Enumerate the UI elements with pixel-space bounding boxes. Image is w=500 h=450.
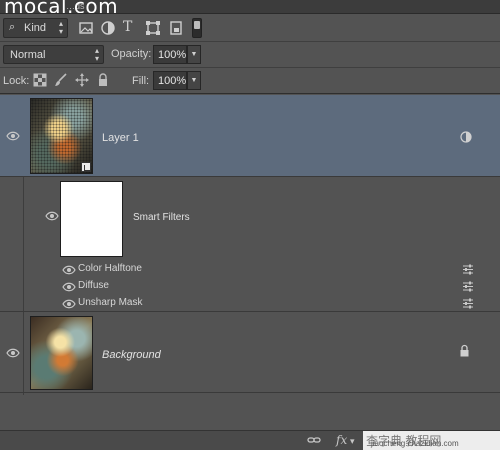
kind-filter-select[interactable]: ⌕ Kind ▴ ▾ — [3, 18, 68, 38]
lock-fill-bar: Lock: Fill: 100% ▼ — [0, 68, 500, 94]
layer-filter-bar: ⌕ Kind ▴ ▾ T — [0, 14, 500, 42]
toggle-knob — [194, 21, 200, 29]
lock-transparent-pixels-icon[interactable] — [33, 73, 47, 87]
eye-icon[interactable] — [45, 211, 59, 221]
blend-mode-value: Normal — [10, 49, 46, 61]
blending-options-icon[interactable] — [462, 298, 474, 309]
layer-thumbnail[interactable] — [30, 98, 93, 174]
eye-icon[interactable] — [62, 282, 76, 292]
layer-style-fx-icon[interactable]: fx — [336, 433, 347, 447]
pixel-layer-filter-icon[interactable] — [78, 20, 94, 36]
smart-filters-label: Smart Filters — [133, 212, 190, 223]
chevron-down-icon[interactable]: ▾ — [350, 436, 355, 447]
blend-mode-select[interactable]: Normal ▴ ▾ — [3, 45, 104, 64]
type-layer-filter-icon[interactable]: T — [123, 19, 139, 35]
blend-opacity-bar: Normal ▴ ▾ Opacity: 100% ▼ — [0, 42, 500, 68]
layers-list: Layer 1 Smart Filters Color Halftone Dif… — [0, 95, 500, 430]
smart-object-filter-icon[interactable] — [168, 20, 184, 36]
layer-thumbnail[interactable] — [30, 316, 93, 390]
opacity-input[interactable]: 100% — [153, 45, 187, 64]
lock-position-move-icon[interactable] — [75, 73, 89, 87]
smart-object-badge-icon — [81, 162, 91, 172]
fill-dropdown-button[interactable]: ▼ — [187, 71, 201, 90]
kind-filter-label: Kind — [24, 22, 47, 34]
eye-icon[interactable] — [6, 348, 20, 358]
opacity-label: Opacity: — [111, 48, 152, 60]
chevron-updown-icon: ▴ ▾ — [58, 19, 63, 36]
lock-all-icon[interactable] — [96, 73, 110, 87]
lock-image-pixels-brush-icon[interactable] — [54, 73, 68, 87]
filter-toggle-switch[interactable] — [192, 18, 202, 38]
blending-options-icon[interactable] — [462, 281, 474, 292]
lock-label: Lock: — [3, 75, 30, 87]
smart-filter-indicator-icon[interactable] — [460, 131, 472, 143]
eye-icon[interactable] — [6, 131, 20, 141]
watermark-text: mocal.com — [4, 0, 119, 14]
blending-options-icon[interactable] — [462, 264, 474, 275]
shape-layer-filter-icon[interactable] — [145, 20, 161, 36]
layer-row-layer-1[interactable]: Layer 1 — [0, 95, 500, 177]
layer-thumbnail-image — [31, 317, 92, 389]
layer-row-background[interactable]: Background — [0, 311, 500, 393]
chevron-updown-icon: ▴ ▾ — [94, 46, 99, 63]
filter-name[interactable]: Color Halftone — [78, 263, 142, 274]
eye-icon[interactable] — [62, 265, 76, 275]
link-layers-icon[interactable] — [307, 434, 321, 446]
search-icon: ⌕ — [9, 21, 16, 33]
fill-input[interactable]: 100% — [153, 71, 187, 90]
filter-row-unsharp-mask[interactable]: Unsharp Mask — [0, 295, 500, 312]
filter-row-color-halftone[interactable]: Color Halftone — [0, 261, 500, 278]
layer-name[interactable]: Background — [102, 349, 161, 361]
smart-filters-row[interactable]: Smart Filters — [0, 177, 500, 261]
filter-mask-thumbnail[interactable] — [60, 181, 123, 257]
opacity-dropdown-button[interactable]: ▼ — [187, 45, 201, 64]
adjustment-layer-filter-icon[interactable] — [100, 20, 116, 36]
lock-icon[interactable] — [459, 344, 470, 357]
fill-label: Fill: — [132, 75, 150, 87]
filter-name[interactable]: Unsharp Mask — [78, 297, 142, 308]
filter-row-diffuse[interactable]: Diffuse — [0, 278, 500, 295]
panel-tab-strip: …ds mocal.com — [0, 0, 500, 14]
eye-icon[interactable] — [62, 299, 76, 309]
filter-name[interactable]: Diffuse — [78, 280, 109, 291]
site-url: jiaocheng.chazidian.com — [371, 439, 459, 448]
site-watermark-badge: 查字典 教程网 jiaocheng.chazidian.com — [363, 431, 500, 450]
layers-bottom-toolbar: fx ▾ 查字典 教程网 jiaocheng.chazidian.com — [0, 430, 500, 450]
layer-name[interactable]: Layer 1 — [102, 132, 139, 144]
